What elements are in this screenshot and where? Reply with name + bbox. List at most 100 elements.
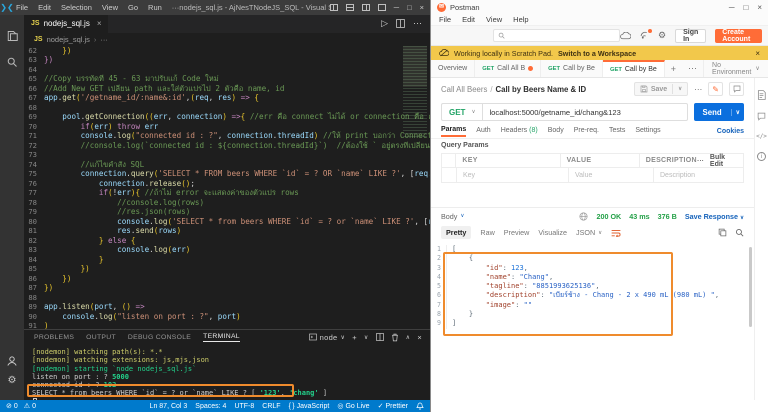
account-icon[interactable] <box>6 355 18 367</box>
close-panel-icon[interactable]: × <box>417 333 422 342</box>
documentation-icon[interactable] <box>757 90 766 100</box>
menu-item-edit[interactable]: Edit <box>462 15 475 24</box>
menu-item-selection[interactable]: Selection <box>61 3 92 12</box>
send-options-icon[interactable]: ∨ <box>731 109 744 116</box>
banner-workspace-link[interactable]: Switch to a Workspace <box>558 49 636 58</box>
status-item-prettier[interactable]: ✓Prettier <box>378 402 408 410</box>
run-file-icon[interactable]: ▷ <box>381 18 388 29</box>
warnings-indicator[interactable]: ⚠ 0 <box>24 402 36 410</box>
status-item-spaces-4[interactable]: Spaces: 4 <box>195 403 226 410</box>
copy-icon[interactable] <box>718 228 727 237</box>
info-icon[interactable]: i <box>757 152 766 161</box>
request-tab-params[interactable]: Params <box>441 126 466 137</box>
request-tab-auth[interactable]: Auth <box>476 127 490 136</box>
panel-tab-terminal[interactable]: TERMINAL <box>203 333 240 342</box>
tab-close-icon[interactable]: × <box>97 19 102 28</box>
view-tab-preview[interactable]: Preview <box>504 228 530 237</box>
settings-gear-icon[interactable]: ⚙ <box>8 375 17 386</box>
toggle-sidebar-icon[interactable] <box>330 4 338 11</box>
breadcrumb-file[interactable]: nodejs_sql.js <box>47 35 90 44</box>
tab-call-by-be[interactable]: GETCall by Be <box>541 60 603 77</box>
explorer-icon[interactable] <box>0 23 24 49</box>
breadcrumb-more[interactable]: ··· <box>100 35 108 44</box>
view-tab-visualize[interactable]: Visualize <box>538 228 567 237</box>
response-body-viewer[interactable]: 1[2 {3 "id": 123,4 "name": "Chang",5 "ta… <box>431 241 754 329</box>
search-input[interactable] <box>493 29 620 42</box>
banner-close-icon[interactable]: × <box>755 49 760 58</box>
menu-item-view[interactable]: View <box>486 15 502 24</box>
url-input[interactable]: localhost:5000/getname_id/chang&123 <box>482 103 687 121</box>
tab-call-all-b[interactable]: GETCall All B <box>475 60 541 77</box>
terminal-shell-selector[interactable]: node ∨ <box>309 333 346 342</box>
toggle-panel-icon[interactable] <box>346 4 354 11</box>
format-selector[interactable]: JSON ∨ <box>576 228 602 237</box>
menu-item-run[interactable]: Run <box>148 3 162 12</box>
kill-terminal-icon[interactable] <box>391 333 399 342</box>
request-tab-tests[interactable]: Tests <box>609 127 625 136</box>
bell-icon[interactable] <box>416 402 424 410</box>
maximize-panel-icon[interactable]: ∧ <box>406 334 411 341</box>
breadcrumb[interactable]: JS nodejs_sql.js › ··· <box>24 33 430 46</box>
code-editor[interactable]: 62 })63})6465//Copy บรรทัดที่ 45 - 63 มา… <box>24 46 430 329</box>
request-more-actions-icon[interactable]: ⋯ <box>694 85 702 94</box>
sign-in-button[interactable]: Sign In <box>675 29 706 43</box>
send-button[interactable]: Send ∨ <box>694 103 744 121</box>
code-snippet-icon[interactable]: </> <box>756 133 767 140</box>
cookies-link[interactable]: Cookies <box>717 128 744 135</box>
tab-nodejs-sql[interactable]: JS nodejs_sql.js × <box>24 15 109 33</box>
terminal-dropdown-icon[interactable]: ∨ <box>364 334 369 341</box>
tab-options-icon[interactable]: ⋯ <box>682 60 703 77</box>
response-time[interactable]: 43 ms <box>629 212 649 221</box>
bulk-edit-button[interactable]: Bulk Edit <box>710 154 737 168</box>
errors-indicator[interactable]: ⊘ 0 <box>6 402 18 410</box>
search-icon[interactable] <box>0 49 24 75</box>
menu-item-go[interactable]: Go <box>128 3 138 12</box>
minimize-button[interactable]: ─ <box>729 3 735 12</box>
panel-tab-output[interactable]: OUTPUT <box>86 334 116 341</box>
tab-overview[interactable]: Overview <box>431 60 475 77</box>
response-scrollbar[interactable] <box>749 247 752 327</box>
param-value-input[interactable]: Value <box>568 168 653 182</box>
panel-tab-problems[interactable]: PROBLEMS <box>34 334 74 341</box>
request-tab-headers[interactable]: Headers (8) <box>501 127 538 136</box>
new-tab-button[interactable]: + <box>665 60 682 77</box>
status-item-javascript[interactable]: { }JavaScript <box>289 403 330 410</box>
maximize-button[interactable]: □ <box>407 3 412 12</box>
save-button[interactable]: Save ∨ <box>634 82 688 96</box>
terminal-output[interactable]: [nodemon] watching path(s): *.*[nodemon]… <box>24 345 430 406</box>
method-selector[interactable]: GET ∨ <box>441 103 482 121</box>
split-editor-icon[interactable] <box>396 19 405 28</box>
network-globe-icon[interactable] <box>579 212 588 221</box>
status-item-crlf[interactable]: CRLF <box>262 403 280 410</box>
tab-call-by-be[interactable]: GETCall by Be <box>603 60 665 77</box>
response-body-tab[interactable]: Body <box>441 212 457 221</box>
edit-pencil-icon[interactable]: ✎ <box>708 82 723 96</box>
request-name[interactable]: Call by Beers Name & ID <box>496 85 587 94</box>
menu-item-···[interactable]: ··· <box>172 3 180 12</box>
create-account-button[interactable]: Create Account <box>715 29 762 43</box>
request-tab-pre-req-[interactable]: Pre-req. <box>574 127 599 136</box>
request-tab-settings[interactable]: Settings <box>635 127 660 136</box>
response-size[interactable]: 376 B <box>658 212 677 221</box>
menu-item-view[interactable]: View <box>102 3 118 12</box>
close-button[interactable]: × <box>757 3 762 12</box>
menu-item-help[interactable]: Help <box>513 15 528 24</box>
comments-rail-icon[interactable] <box>757 112 766 121</box>
close-button[interactable]: × <box>420 3 424 12</box>
minimize-button[interactable]: ─ <box>394 3 399 12</box>
menu-item-edit[interactable]: Edit <box>38 3 51 12</box>
status-badge[interactable]: 200 OK <box>596 212 621 221</box>
environment-selector[interactable]: No Environment ∨ <box>703 60 768 77</box>
save-response-button[interactable]: Save Response ∨ <box>685 212 744 221</box>
capture-requests-icon[interactable] <box>640 31 649 40</box>
wrap-text-icon[interactable] <box>611 229 621 237</box>
param-description-input[interactable]: Description <box>653 168 743 182</box>
panel-tab-debug-console[interactable]: DEBUG CONSOLE <box>128 334 191 341</box>
toggle-secondary-sidebar-icon[interactable] <box>362 4 370 11</box>
menu-item-file[interactable]: File <box>439 15 451 24</box>
new-terminal-icon[interactable]: + <box>352 333 357 342</box>
comments-icon[interactable] <box>729 82 744 96</box>
table-more-icon[interactable]: ⋯ <box>697 157 704 165</box>
maximize-button[interactable]: □ <box>743 3 748 12</box>
sync-cloud-icon[interactable] <box>620 32 631 40</box>
